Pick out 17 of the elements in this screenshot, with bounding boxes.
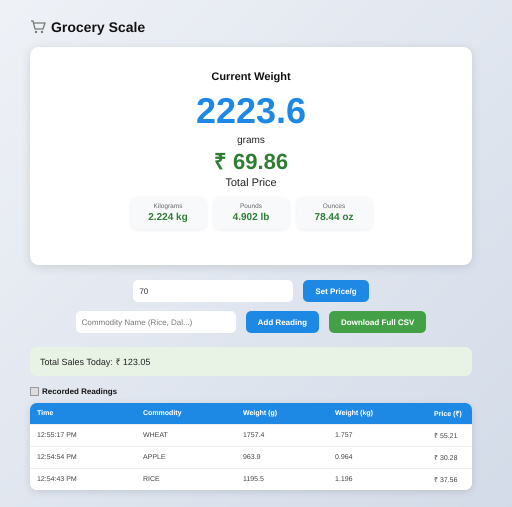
price-field[interactable]: 70 bbox=[133, 280, 294, 302]
price-value: ₹ 69.86 bbox=[214, 150, 288, 174]
set-price-button[interactable]: Set Price/g bbox=[303, 280, 369, 302]
conversion-value: 2.224 kg bbox=[148, 212, 188, 223]
conversion-value: 78.44 oz bbox=[314, 212, 354, 223]
shopping-cart-icon bbox=[30, 20, 46, 34]
price-label: Total Price bbox=[225, 177, 277, 189]
weight-unit: grams bbox=[237, 135, 265, 146]
commodity-field[interactable]: Commodity Name (Rice, Dal...) bbox=[76, 311, 236, 333]
weight-value: 2223.6 bbox=[196, 91, 306, 131]
app-title: Grocery Scale bbox=[51, 19, 146, 35]
readings-title: Recorded Readings bbox=[42, 386, 118, 396]
add-reading-button[interactable]: Add Reading bbox=[246, 311, 319, 333]
download-button[interactable]: Download Full CSV bbox=[329, 311, 426, 333]
conversion-value: 4.902 lb bbox=[232, 212, 270, 223]
total-sales: Total Sales Today: ₹ 123.05 bbox=[30, 347, 472, 376]
card-heading: Current Weight bbox=[211, 71, 291, 83]
